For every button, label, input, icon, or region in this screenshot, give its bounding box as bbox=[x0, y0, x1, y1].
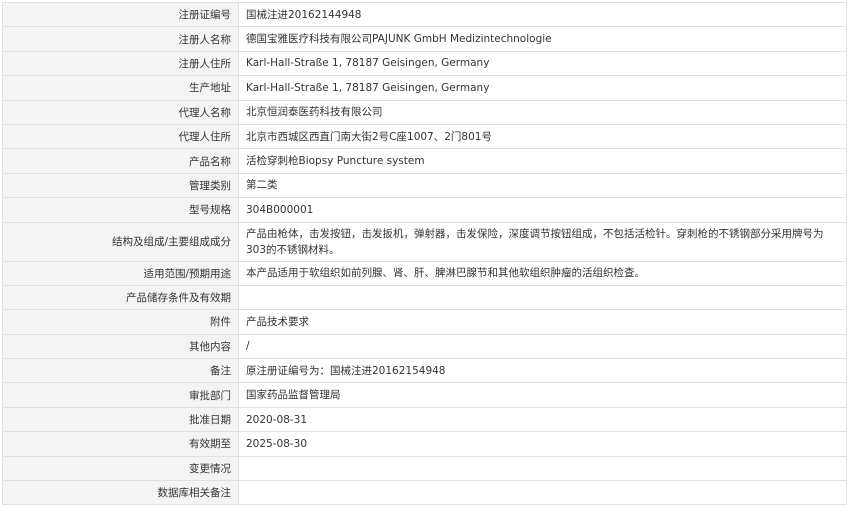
row-intended-use: 适用范围/预期用途 本产品适用于软组织如前列腺、肾、肝、脾淋巴腺节和其他软组织肿… bbox=[2, 260, 847, 286]
row-management-category: 管理类别 第二类 bbox=[2, 172, 847, 199]
row-label: 有效期至 bbox=[2, 431, 239, 457]
row-attachment: 附件 产品技术要求 bbox=[2, 309, 847, 335]
row-value: Karl-Hall-Straße 1, 78187 Geisingen, Ger… bbox=[238, 75, 847, 101]
row-label: 其他内容 bbox=[2, 333, 239, 360]
row-value: 国家药品监督管理局 bbox=[238, 382, 847, 408]
row-value: 产品技术要求 bbox=[238, 309, 847, 335]
row-label: 审批部门 bbox=[2, 382, 239, 408]
row-label: 产品名称 bbox=[2, 148, 239, 174]
row-label: 变更情况 bbox=[2, 455, 239, 482]
row-change-status: 变更情况 bbox=[2, 455, 847, 482]
row-value: 北京市西城区西直门南大街2号C座1007、2门801号 bbox=[238, 123, 847, 150]
row-label: 数据库相关备注 bbox=[2, 480, 239, 506]
row-label: 生产地址 bbox=[2, 75, 239, 101]
row-production-address: 生产地址 Karl-Hall-Straße 1, 78187 Geisingen… bbox=[2, 75, 847, 101]
row-registrant-address: 注册人住所 Karl-Hall-Straße 1, 78187 Geisinge… bbox=[2, 50, 847, 77]
row-label: 结构及组成/主要组成成分 bbox=[2, 221, 239, 262]
row-other-content: 其他内容 / bbox=[2, 333, 847, 360]
row-label: 注册人住所 bbox=[2, 50, 239, 77]
row-value: 产品由枪体，击发按钮，击发扳机，弹射器，击发保险，深度调节按钮组成，不包括活检针… bbox=[238, 221, 847, 262]
row-value: / bbox=[238, 333, 847, 360]
row-label: 产品储存条件及有效期 bbox=[2, 284, 239, 311]
row-label: 适用范围/预期用途 bbox=[2, 260, 239, 286]
row-value: 2020-08-31 bbox=[238, 406, 847, 433]
row-label: 代理人名称 bbox=[2, 99, 239, 125]
row-product-name: 产品名称 活检穿刺枪Biopsy Puncture system bbox=[2, 148, 847, 174]
row-registration-number: 注册证编号 国械注进20162144948 bbox=[2, 1, 847, 28]
row-value: 原注册证编号为：国械注进20162154948 bbox=[238, 358, 847, 384]
row-value bbox=[238, 455, 847, 482]
row-label: 型号规格 bbox=[2, 197, 239, 223]
row-value: 304B000001 bbox=[238, 197, 847, 223]
row-value: 活检穿刺枪Biopsy Puncture system bbox=[238, 148, 847, 174]
row-label: 附件 bbox=[2, 309, 239, 335]
row-approval-department: 审批部门 国家药品监督管理局 bbox=[2, 382, 847, 408]
row-label: 注册人名称 bbox=[2, 26, 239, 52]
row-label: 注册证编号 bbox=[2, 1, 239, 28]
registration-detail-table: 注册证编号 国械注进20162144948 注册人名称 德国宝雅医疗科技有限公司… bbox=[2, 1, 847, 506]
row-registrant-name: 注册人名称 德国宝雅医疗科技有限公司PAJUNK GmbH Medizintec… bbox=[2, 26, 847, 52]
row-database-remarks: 数据库相关备注 bbox=[2, 480, 847, 506]
row-remarks: 备注 原注册证编号为：国械注进20162154948 bbox=[2, 358, 847, 384]
row-value: 本产品适用于软组织如前列腺、肾、肝、脾淋巴腺节和其他软组织肿瘤的活组织检查。 bbox=[238, 260, 847, 286]
row-label: 备注 bbox=[2, 358, 239, 384]
row-value: 2025-08-30 bbox=[238, 431, 847, 457]
row-label: 代理人住所 bbox=[2, 123, 239, 150]
row-agent-address: 代理人住所 北京市西城区西直门南大街2号C座1007、2门801号 bbox=[2, 123, 847, 150]
row-value bbox=[238, 284, 847, 311]
row-value: Karl-Hall-Straße 1, 78187 Geisingen, Ger… bbox=[238, 50, 847, 77]
row-agent-name: 代理人名称 北京恒润泰医药科技有限公司 bbox=[2, 99, 847, 125]
row-structure-composition: 结构及组成/主要组成成分 产品由枪体，击发按钮，击发扳机，弹射器，击发保险，深度… bbox=[2, 221, 847, 262]
row-approval-date: 批准日期 2020-08-31 bbox=[2, 406, 847, 433]
row-valid-until: 有效期至 2025-08-30 bbox=[2, 431, 847, 457]
row-value: 北京恒润泰医药科技有限公司 bbox=[238, 99, 847, 125]
registration-detail: 注册证编号 国械注进20162144948 注册人名称 德国宝雅医疗科技有限公司… bbox=[2, 1, 847, 506]
row-value bbox=[238, 480, 847, 506]
row-model-spec: 型号规格 304B000001 bbox=[2, 197, 847, 223]
row-storage-validity: 产品储存条件及有效期 bbox=[2, 284, 847, 311]
row-value: 国械注进20162144948 bbox=[238, 1, 847, 28]
row-label: 管理类别 bbox=[2, 172, 239, 199]
row-value: 第二类 bbox=[238, 172, 847, 199]
row-label: 批准日期 bbox=[2, 406, 239, 433]
row-value: 德国宝雅医疗科技有限公司PAJUNK GmbH Medizintechnolog… bbox=[238, 26, 847, 52]
